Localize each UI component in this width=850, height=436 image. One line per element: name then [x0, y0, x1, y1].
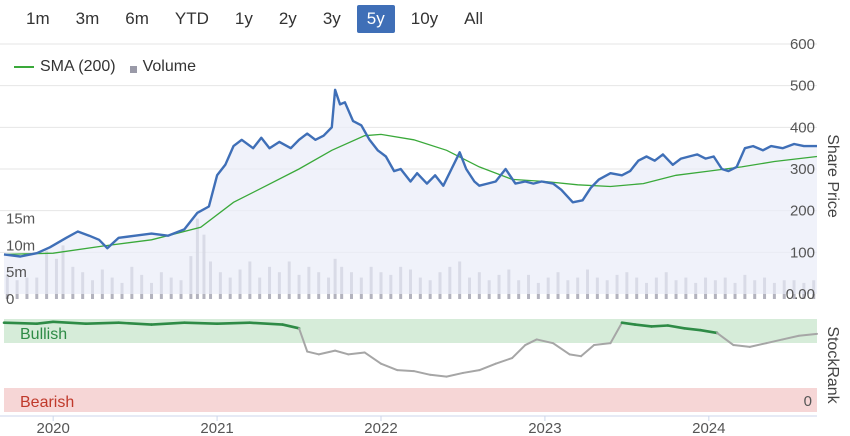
stockrank-segment — [748, 342, 768, 348]
range-button-6m[interactable]: 6m — [115, 5, 159, 33]
stockrank-segment — [306, 350, 320, 356]
volume-legend-swatch — [129, 65, 137, 73]
stockrank-segment — [396, 369, 415, 373]
price-area-fill — [4, 89, 817, 294]
stockrank-segment — [579, 344, 596, 358]
volume-legend-label[interactable]: Volume — [143, 58, 196, 76]
stockrank-segment — [568, 353, 582, 358]
stockrank-segment — [84, 321, 121, 325]
range-button-10y[interactable]: 10y — [401, 5, 448, 33]
chart-legend: SMA (200) Volume — [14, 58, 196, 76]
price-tick-label: 600 — [790, 36, 815, 53]
stockrank-segment — [363, 351, 382, 365]
x-tick-label: 2021 — [200, 420, 233, 436]
volume-tick-label: 15m — [6, 211, 35, 228]
price-tick-label: 500 — [790, 78, 815, 95]
price-tick-label: 100 — [790, 244, 815, 261]
stockrank-bottom-value: 0 — [804, 393, 812, 410]
sma-legend-label[interactable]: SMA (200) — [40, 58, 116, 76]
volume-tick-label: 5m — [6, 264, 27, 281]
stockrank-segment — [620, 321, 637, 326]
range-button-2y[interactable]: 2y — [269, 5, 307, 33]
price-tick-label: 200 — [790, 203, 815, 220]
stockrank-segment — [461, 369, 481, 374]
price-tick-label: 400 — [790, 119, 815, 136]
bearish-label: Bearish — [20, 394, 74, 411]
time-range-selector: 1m 3m 6m YTD 1y 2y 3y 5y 10y All — [16, 4, 499, 34]
sma-legend-swatch — [14, 66, 34, 68]
stockrank-segment — [682, 326, 702, 332]
stockrank-segment — [248, 321, 284, 326]
x-tick-label: 2023 — [528, 420, 561, 436]
stockrank-segment — [2, 321, 39, 325]
stockrank-segment — [150, 321, 186, 326]
bullish-label: Bullish — [20, 326, 67, 343]
volume-tick-label: 0 — [6, 291, 14, 308]
range-button-1y[interactable]: 1y — [225, 5, 263, 33]
range-button-5y[interactable]: 5y — [356, 5, 395, 33]
price-tick-label: 0.00 — [786, 286, 815, 303]
range-button-all[interactable]: All — [454, 5, 493, 33]
stockrank-segment — [51, 320, 88, 325]
range-button-3y[interactable]: 3y — [313, 5, 351, 33]
range-button-3m[interactable]: 3m — [66, 5, 110, 33]
stockrank-segment — [445, 371, 464, 378]
x-tick-label: 2024 — [692, 420, 725, 436]
price-tick-label: 300 — [790, 161, 815, 178]
x-tick-label: 2020 — [36, 420, 69, 436]
bearish-band — [4, 388, 817, 412]
range-button-1m[interactable]: 1m — [16, 5, 60, 33]
stockrank-segment — [494, 357, 514, 365]
stockrank-segment — [593, 342, 612, 347]
range-button-ytd[interactable]: YTD — [165, 5, 219, 33]
share-price-axis-title: Share Price — [824, 134, 841, 218]
stockrank-segment — [511, 344, 527, 360]
stockrank-segment — [412, 370, 432, 376]
stockrank-segment — [183, 321, 219, 325]
stockrank-axis-title: StockRank — [824, 326, 841, 404]
stockrank-segment — [347, 351, 366, 356]
stockrank-segment — [633, 323, 653, 328]
stockrank-segment — [650, 324, 670, 328]
x-axis-ticks: 2020 2021 2022 2023 2024 — [36, 416, 726, 436]
stockrank-segment — [117, 321, 153, 326]
stockrank-segment — [478, 362, 497, 372]
stockrank-segment — [215, 321, 252, 325]
stockrank-segment — [732, 344, 751, 348]
stockrank-segment — [429, 373, 448, 378]
stockrank-segment — [379, 362, 399, 372]
stockrank-segment — [317, 349, 337, 356]
stockrank-segment — [334, 349, 350, 356]
volume-tick-label: 10m — [6, 237, 35, 254]
stockrank-segment — [35, 320, 55, 325]
stockrank-segment — [552, 342, 571, 356]
x-tick-label: 2022 — [364, 420, 397, 436]
